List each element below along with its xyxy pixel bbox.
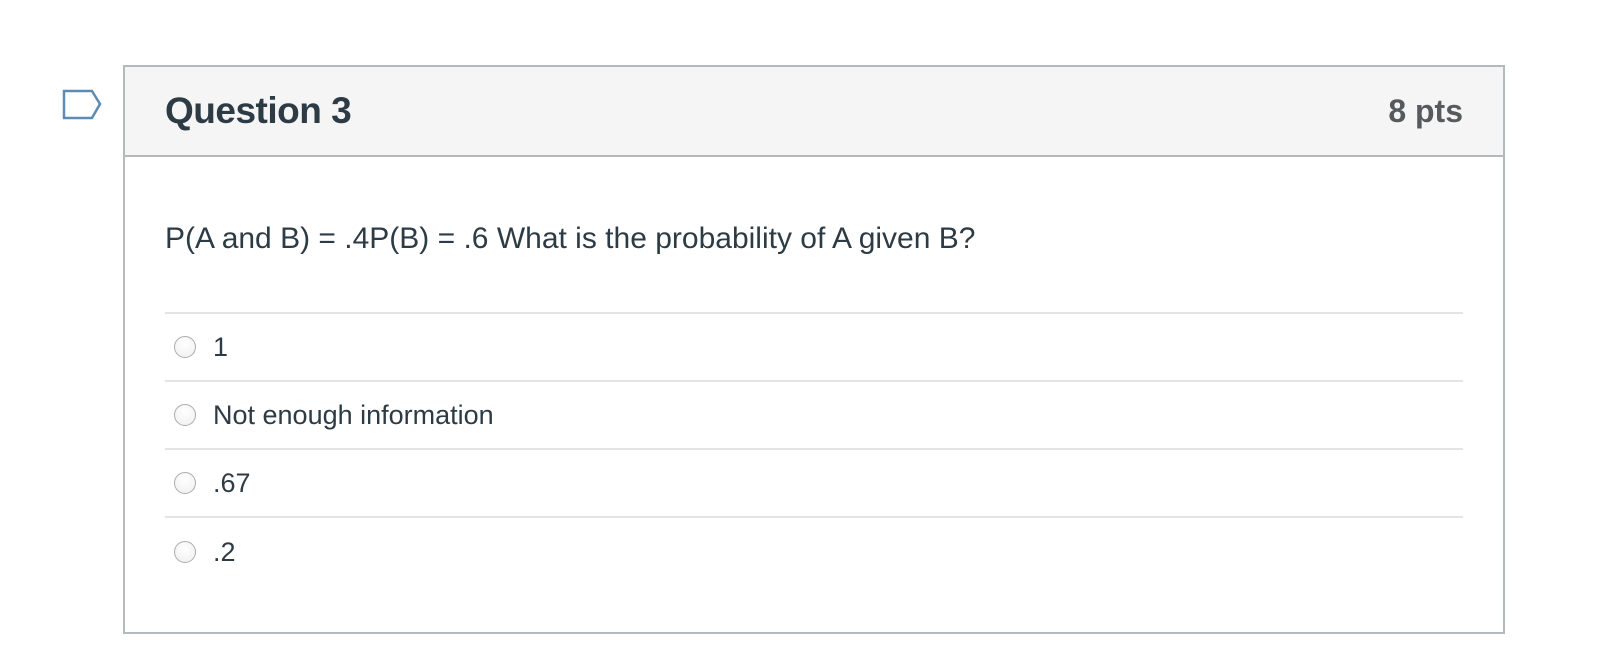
radio-button[interactable]	[174, 541, 196, 563]
quiz-page: Question 3 8 pts P(A and B) = .4P(B) = .…	[0, 0, 1624, 668]
answer-label: .2	[213, 536, 236, 567]
radio-button[interactable]	[174, 472, 196, 494]
radio-button[interactable]	[174, 404, 196, 426]
flag-question-icon[interactable]	[62, 89, 104, 123]
answer-list: 1 Not enough information .67 .2	[165, 312, 1463, 586]
answer-option[interactable]: 1	[165, 314, 1463, 382]
answer-option[interactable]: Not enough information	[165, 382, 1463, 450]
answer-option[interactable]: .67	[165, 450, 1463, 518]
question-points: 8 pts	[1388, 92, 1463, 129]
answer-label: 1	[213, 331, 229, 362]
answer-option[interactable]: .2	[165, 518, 1463, 586]
radio-button[interactable]	[174, 336, 196, 358]
question-header: Question 3 8 pts	[125, 67, 1503, 157]
question-text: P(A and B) = .4P(B) = .6 What is the pro…	[165, 222, 976, 255]
question-body: P(A and B) = .4P(B) = .6 What is the pro…	[125, 219, 1503, 586]
question-card: Question 3 8 pts P(A and B) = .4P(B) = .…	[123, 65, 1505, 634]
answer-label: Not enough information	[213, 399, 494, 430]
question-title: Question 3	[165, 90, 352, 131]
answer-label: .67	[213, 467, 251, 498]
